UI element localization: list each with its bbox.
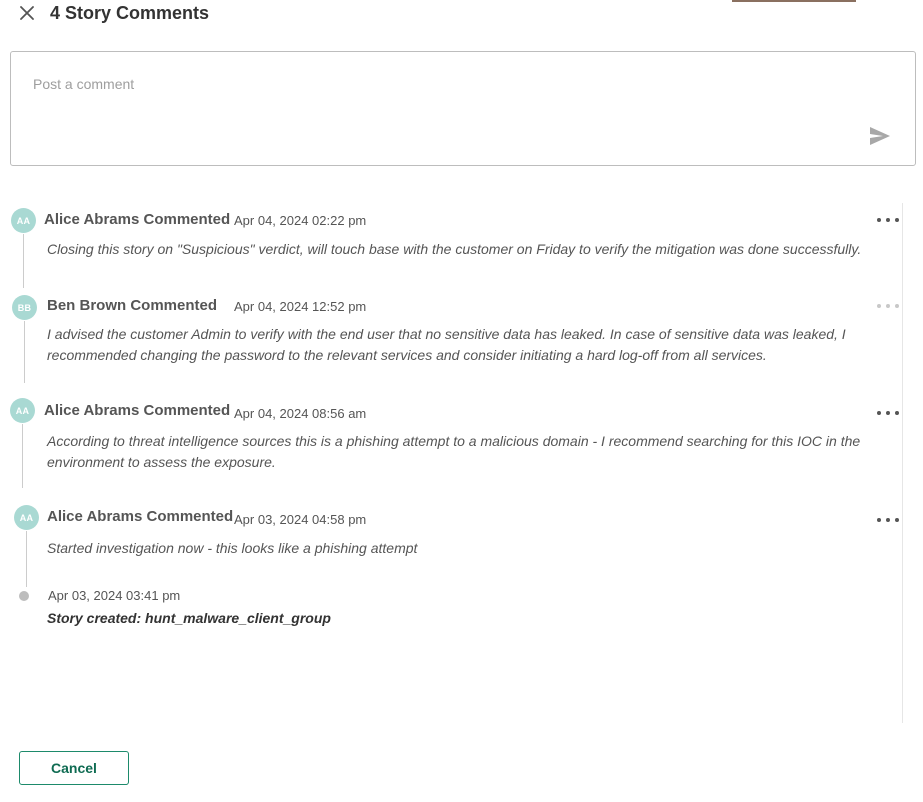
background-image-edge xyxy=(732,0,856,2)
event-text: Story created: hunt_malware_client_group xyxy=(47,610,331,626)
close-icon xyxy=(20,6,34,20)
send-button[interactable] xyxy=(869,126,893,148)
avatar: BB xyxy=(12,295,37,320)
comment-text: Started investigation now - this looks l… xyxy=(47,540,418,556)
comment-menu-button[interactable] xyxy=(877,215,899,225)
comment-menu-button[interactable] xyxy=(877,515,899,525)
comment-text: Closing this story on "Suspicious" verdi… xyxy=(47,241,862,257)
more-dots-icon xyxy=(877,304,881,308)
comment-timestamp: Apr 03, 2024 04:58 pm xyxy=(234,512,367,527)
comment-text: I advised the customer Admin to verify w… xyxy=(47,326,846,363)
comment-author: Alice Abrams Commented xyxy=(44,402,231,419)
more-dots-icon xyxy=(877,518,881,522)
comment-timestamp: Apr 04, 2024 08:56 am xyxy=(234,406,367,421)
comment-timestamp: Apr 04, 2024 02:22 pm xyxy=(234,213,367,228)
panel-header: 4 Story Comments xyxy=(0,0,923,30)
close-button[interactable] xyxy=(16,2,38,24)
comment-menu-button[interactable] xyxy=(877,408,899,418)
comment-author: Ben Brown Commented xyxy=(47,297,218,314)
comment-author: Alice Abrams Commented xyxy=(47,508,234,525)
timeline-connector xyxy=(23,234,24,288)
comment-author: Alice Abrams Commented xyxy=(44,211,231,228)
avatar-initials: AA xyxy=(15,405,30,416)
avatar: AA xyxy=(14,505,39,530)
comment-composer xyxy=(10,51,916,166)
comment-timestamp: Apr 04, 2024 12:52 pm xyxy=(234,299,367,314)
comment-text: According to threat intelligence sources… xyxy=(47,433,861,470)
comment-menu-button[interactable] xyxy=(877,301,899,311)
timeline-connector xyxy=(22,424,23,488)
timeline-event-dot xyxy=(19,591,29,601)
cancel-button[interactable]: Cancel xyxy=(19,751,129,785)
timeline-connector xyxy=(24,321,25,383)
more-dots-icon xyxy=(877,411,881,415)
avatar: AA xyxy=(11,208,36,233)
avatar-initials: AA xyxy=(19,512,34,523)
story-comments-panel: 4 Story Comments AA Alice Abrams Comment… xyxy=(0,0,923,802)
comment-input[interactable] xyxy=(33,76,853,136)
avatar: AA xyxy=(10,398,35,423)
send-icon xyxy=(870,127,890,145)
panel-title: 4 Story Comments xyxy=(50,3,210,23)
timeline-connector xyxy=(26,531,27,587)
event-timestamp: Apr 03, 2024 03:41 pm xyxy=(48,588,181,603)
avatar-initials: AA xyxy=(16,215,31,226)
more-dots-icon xyxy=(877,218,881,222)
comments-scrollbar[interactable] xyxy=(902,203,903,723)
avatar-initials: BB xyxy=(17,302,32,313)
